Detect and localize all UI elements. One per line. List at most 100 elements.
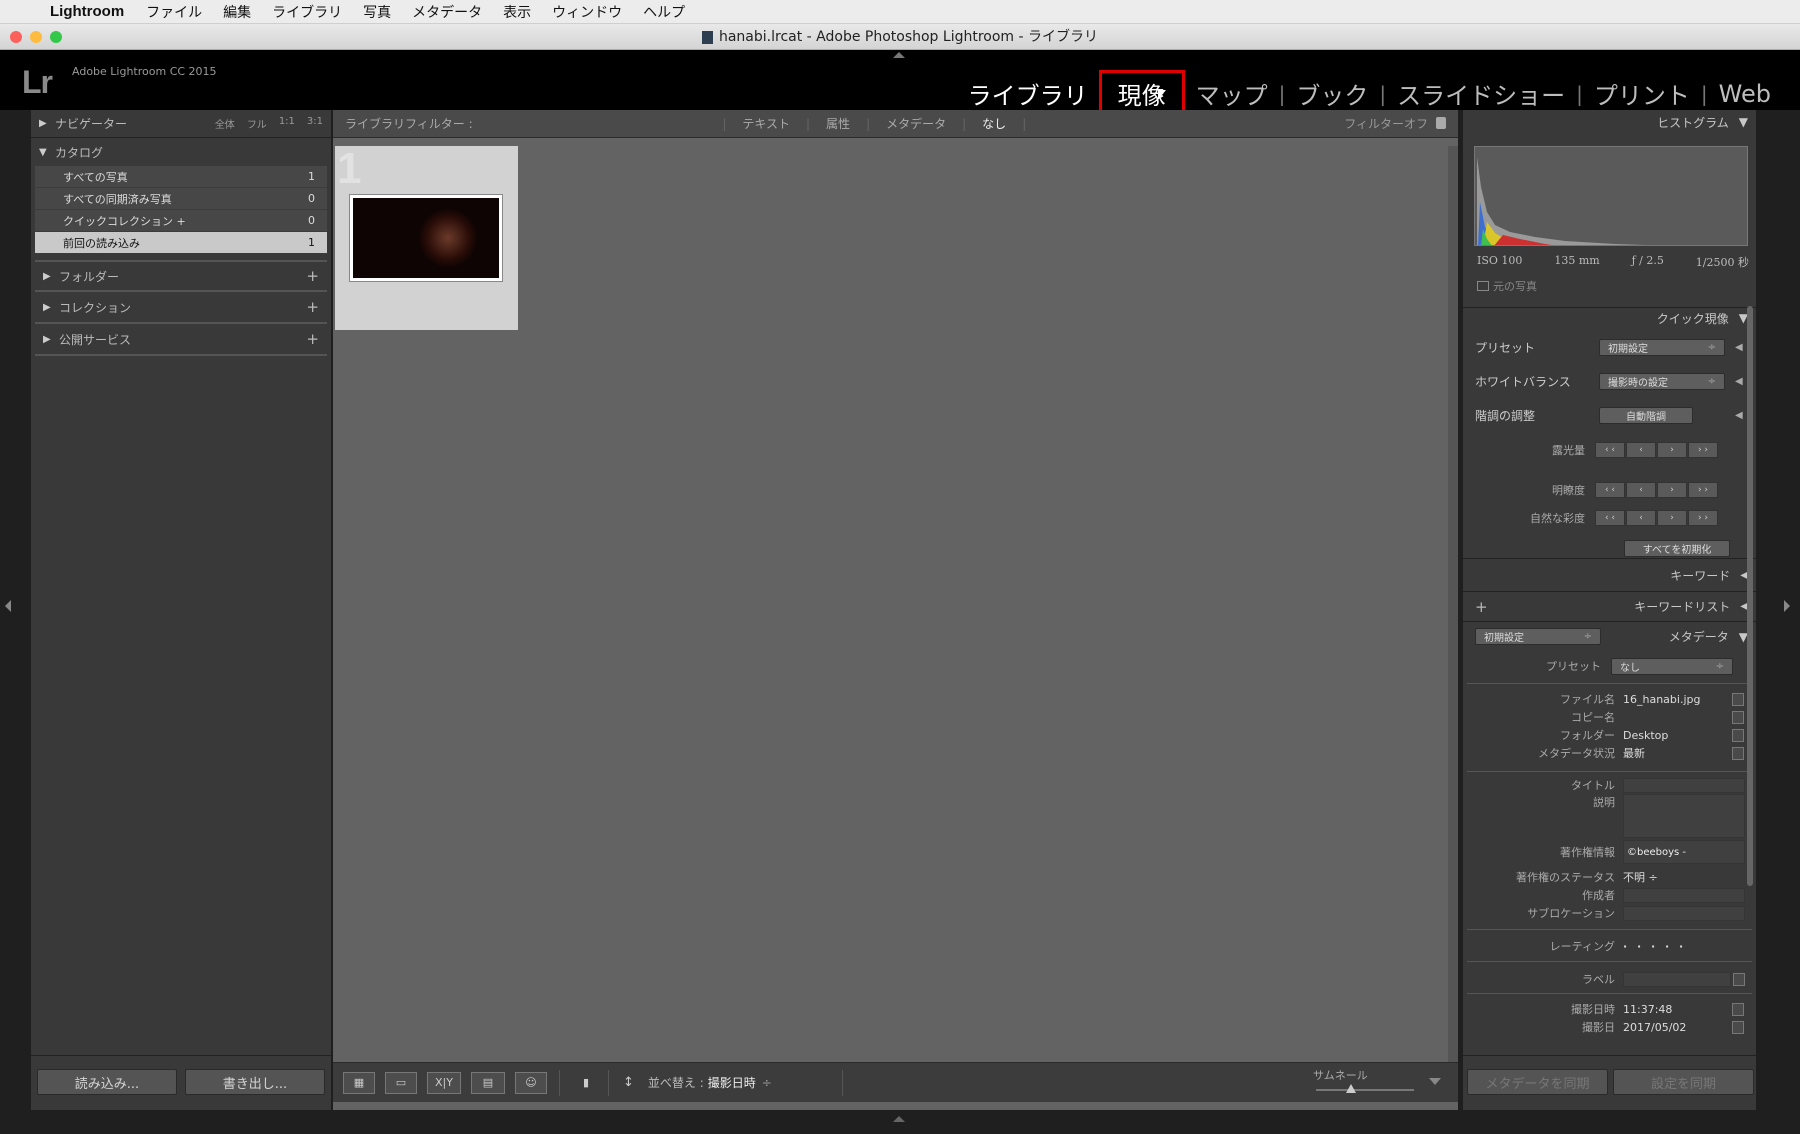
menu-view[interactable]: 表示 bbox=[503, 2, 531, 22]
minimize-window-button[interactable] bbox=[30, 31, 42, 43]
field-action-icon[interactable] bbox=[1733, 972, 1745, 986]
quick-develop-header[interactable]: クイック現像 ▼ bbox=[1463, 306, 1756, 330]
qd-tone-expand-icon[interactable]: ◀ bbox=[1735, 410, 1743, 421]
histogram-header[interactable]: ヒストグラム ▼ bbox=[1463, 110, 1756, 134]
copyright-status-select[interactable]: 不明 ÷ bbox=[1623, 869, 1756, 885]
module-map[interactable]: マップ bbox=[1185, 76, 1279, 111]
add-folder-icon[interactable]: + bbox=[306, 267, 319, 285]
sync-settings-button[interactable]: 設定を同期 bbox=[1613, 1069, 1754, 1095]
compare-view-icon[interactable]: X|Y bbox=[427, 1071, 461, 1094]
auto-tone-button[interactable]: 自動階調 bbox=[1599, 406, 1693, 424]
grid-view-icon[interactable]: ▦ bbox=[343, 1071, 375, 1094]
module-web[interactable]: Web bbox=[1708, 80, 1782, 108]
filter-attribute[interactable]: 属性 bbox=[826, 115, 850, 132]
field-action-icon[interactable] bbox=[1732, 1002, 1744, 1016]
people-view-icon[interactable]: ☺ bbox=[515, 1071, 547, 1094]
module-library[interactable]: ライブラリ bbox=[957, 76, 1099, 111]
metadata-field-value[interactable]: 16_hanabi.jpg bbox=[1623, 693, 1728, 706]
photo-thumbnail[interactable] bbox=[349, 194, 503, 282]
module-slideshow[interactable]: スライドショー bbox=[1386, 76, 1576, 111]
metadata-field-value[interactable]: Desktop bbox=[1623, 729, 1728, 742]
module-book[interactable]: ブック bbox=[1285, 76, 1379, 111]
catalog-header[interactable]: ▼ カタログ bbox=[31, 138, 331, 166]
right-panel-toggle-icon[interactable] bbox=[1784, 600, 1790, 612]
keyword-list-header[interactable]: + キーワードリスト ◀ bbox=[1463, 591, 1756, 621]
zoom-fill[interactable]: フル bbox=[247, 116, 267, 131]
metadata-header[interactable]: 初期設定 ÷ メタデータ ▼ bbox=[1463, 621, 1756, 651]
checkbox-icon[interactable] bbox=[1477, 281, 1489, 291]
filter-none[interactable]: なし bbox=[982, 115, 1006, 132]
collections-header[interactable]: ▶ コレクション + bbox=[35, 292, 327, 324]
metadata-field-value[interactable]: 最新 bbox=[1623, 745, 1728, 761]
filmstrip-toggle-icon[interactable] bbox=[893, 1116, 905, 1122]
description-input[interactable] bbox=[1623, 794, 1745, 838]
zoom-1-1[interactable]: 1:1 bbox=[279, 116, 295, 131]
collapse-top-icon[interactable] bbox=[893, 52, 905, 58]
grid-cell[interactable]: 1 bbox=[335, 144, 518, 330]
app-menu[interactable]: Lightroom bbox=[50, 3, 124, 20]
menu-library[interactable]: ライブラリ bbox=[272, 2, 342, 22]
creator-input[interactable] bbox=[1623, 887, 1745, 903]
add-collection-icon[interactable]: + bbox=[306, 298, 319, 316]
rating-stars[interactable]: · · · · · bbox=[1623, 940, 1756, 953]
sync-metadata-button[interactable]: メタデータを同期 bbox=[1467, 1069, 1608, 1095]
thumbnail-slider-thumb[interactable] bbox=[1346, 1084, 1356, 1093]
sublocation-input[interactable] bbox=[1623, 905, 1745, 921]
qd-wb-expand-icon[interactable]: ◀ bbox=[1735, 376, 1743, 387]
add-publish-service-icon[interactable]: + bbox=[306, 330, 319, 348]
zoom-fit[interactable]: 全体 bbox=[215, 116, 235, 131]
qd-preset-select[interactable]: 初期設定 ÷ bbox=[1599, 338, 1725, 356]
survey-view-icon[interactable]: ▤ bbox=[471, 1071, 505, 1094]
reset-all-button[interactable]: すべてを初期化 bbox=[1624, 539, 1730, 557]
label-input[interactable] bbox=[1623, 971, 1731, 987]
module-print[interactable]: プリント bbox=[1583, 76, 1701, 111]
grid-scrollbar[interactable] bbox=[1448, 146, 1458, 1062]
sort-direction-icon[interactable]: ↕ bbox=[623, 1075, 634, 1090]
filter-off-dropdown[interactable]: フィルターオフ bbox=[1344, 115, 1428, 132]
menu-edit[interactable]: 編集 bbox=[223, 2, 251, 22]
navigator-header[interactable]: ▶ ナビゲーター 全体 フル 1:1 3:1 bbox=[31, 110, 331, 138]
field-action-icon[interactable] bbox=[1732, 746, 1744, 760]
metadata-preset-select[interactable]: なし ÷ bbox=[1611, 657, 1733, 675]
field-action-icon[interactable] bbox=[1732, 1020, 1744, 1034]
filter-text[interactable]: テキスト bbox=[742, 115, 790, 132]
close-window-button[interactable] bbox=[10, 31, 22, 43]
menu-metadata[interactable]: メタデータ bbox=[412, 2, 482, 22]
sort-dropdown-icon[interactable]: ÷ bbox=[762, 1076, 772, 1090]
qd-exposure-buttons[interactable]: ‹ ‹ ‹ › › › bbox=[1595, 442, 1718, 458]
loupe-view-icon[interactable]: ▭ bbox=[385, 1071, 417, 1094]
metadata-preset-dropdown[interactable]: 初期設定 ÷ bbox=[1475, 628, 1601, 645]
sort-value[interactable]: 撮影日時 bbox=[708, 1074, 756, 1091]
field-action-icon[interactable] bbox=[1732, 728, 1744, 742]
title-input[interactable] bbox=[1623, 777, 1745, 793]
add-keyword-icon[interactable]: + bbox=[1475, 598, 1488, 616]
qd-vibrance-buttons[interactable]: ‹ ‹ ‹ › › › bbox=[1595, 510, 1718, 526]
menu-photo[interactable]: 写真 bbox=[363, 2, 391, 22]
lock-icon[interactable] bbox=[1436, 117, 1446, 129]
left-panel-toggle-icon[interactable] bbox=[5, 600, 11, 612]
catalog-item-previous-import[interactable]: 前回の読み込み 1 bbox=[35, 232, 327, 254]
original-photo-toggle[interactable]: 元の写真 bbox=[1477, 278, 1537, 294]
export-button[interactable]: 書き出し... bbox=[185, 1069, 325, 1095]
qd-clarity-buttons[interactable]: ‹ ‹ ‹ › › › bbox=[1595, 482, 1718, 498]
field-action-icon[interactable] bbox=[1732, 692, 1744, 706]
zoom-3-1[interactable]: 3:1 bbox=[307, 116, 323, 131]
catalog-item-quick-collection[interactable]: クイックコレクション + 0 bbox=[35, 210, 327, 232]
copyright-input[interactable]: ©beeboys - bbox=[1623, 840, 1745, 864]
right-panel-scrollbar[interactable] bbox=[1747, 306, 1753, 886]
thumbnail-size-slider[interactable] bbox=[1316, 1089, 1414, 1091]
qd-wb-select[interactable]: 撮影時の設定 ÷ bbox=[1599, 372, 1725, 390]
import-button[interactable]: 読み込み... bbox=[37, 1069, 177, 1095]
menu-window[interactable]: ウィンドウ bbox=[552, 2, 622, 22]
folders-header[interactable]: ▶ フォルダー + bbox=[35, 262, 327, 292]
catalog-item-all-photos[interactable]: すべての写真 1 bbox=[35, 166, 327, 188]
filter-metadata[interactable]: メタデータ bbox=[886, 115, 946, 132]
spray-can-icon[interactable]: ▮ bbox=[576, 1072, 596, 1094]
menu-file[interactable]: ファイル bbox=[146, 2, 202, 22]
keyword-header[interactable]: キーワード ◀ bbox=[1463, 559, 1756, 591]
field-action-icon[interactable] bbox=[1732, 710, 1744, 724]
qd-preset-expand-icon[interactable]: ◀ bbox=[1735, 342, 1743, 353]
catalog-item-synced[interactable]: すべての同期済み写真 0 bbox=[35, 188, 327, 210]
toolbar-menu-icon[interactable] bbox=[1429, 1078, 1441, 1085]
zoom-window-button[interactable] bbox=[50, 31, 62, 43]
